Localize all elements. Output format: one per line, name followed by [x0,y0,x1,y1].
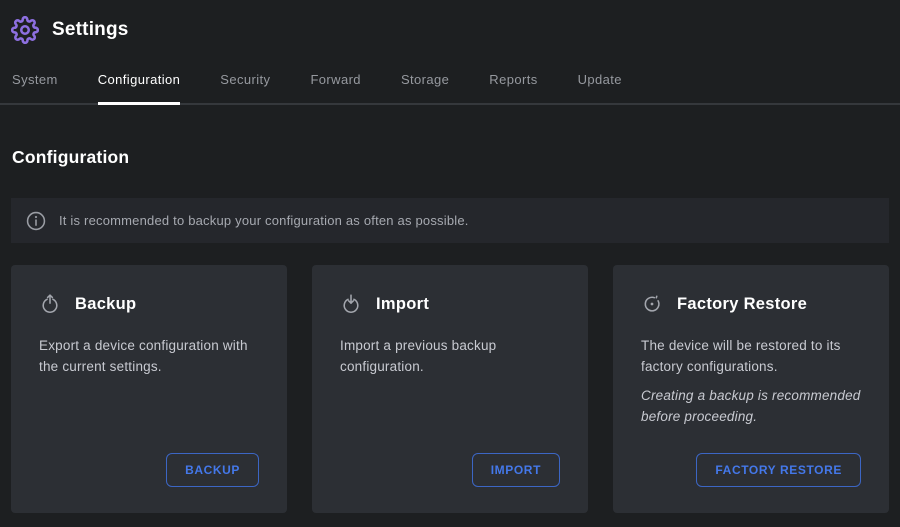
configuration-cards: Backup Export a device configuration wit… [11,265,889,513]
backup-card-header: Backup [39,293,259,315]
factory-restore-button[interactable]: FACTORY RESTORE [696,453,861,487]
import-card-title: Import [376,295,429,314]
import-card-header: Import [340,293,560,315]
backup-card-title: Backup [75,295,136,314]
tab-system[interactable]: System [12,72,58,103]
import-arrow-down-icon [340,293,362,315]
info-circle-icon [25,210,47,232]
backup-recommendation-banner: It is recommended to backup your configu… [11,198,889,243]
page-title: Configuration [12,147,888,168]
backup-card: Backup Export a device configuration wit… [11,265,287,513]
backup-card-description: Export a device configuration with the c… [39,335,259,377]
app-title: Settings [52,19,129,41]
app-header: Settings [0,0,900,48]
factory-restore-timer-icon [641,293,663,315]
settings-tabbar: System Configuration Security Forward St… [0,72,900,105]
factory-restore-card-header: Factory Restore [641,293,861,315]
factory-restore-card: Factory Restore The device will be resto… [613,265,889,513]
factory-restore-card-description: The device will be restored to its facto… [641,335,861,377]
settings-gear-icon [10,15,40,45]
import-card-description: Import a previous backup configuration. [340,335,560,377]
factory-restore-card-note: Creating a backup is recommended before … [641,385,861,427]
tab-reports[interactable]: Reports [489,72,537,103]
import-button[interactable]: IMPORT [472,453,560,487]
tab-storage[interactable]: Storage [401,72,449,103]
factory-restore-card-title: Factory Restore [677,295,807,314]
tab-forward[interactable]: Forward [310,72,360,103]
export-arrow-up-icon [39,293,61,315]
tab-security[interactable]: Security [220,72,270,103]
banner-text: It is recommended to backup your configu… [59,213,469,228]
backup-button[interactable]: BACKUP [166,453,259,487]
import-card: Import Import a previous backup configur… [312,265,588,513]
tab-configuration[interactable]: Configuration [98,72,181,103]
tab-update[interactable]: Update [578,72,622,103]
